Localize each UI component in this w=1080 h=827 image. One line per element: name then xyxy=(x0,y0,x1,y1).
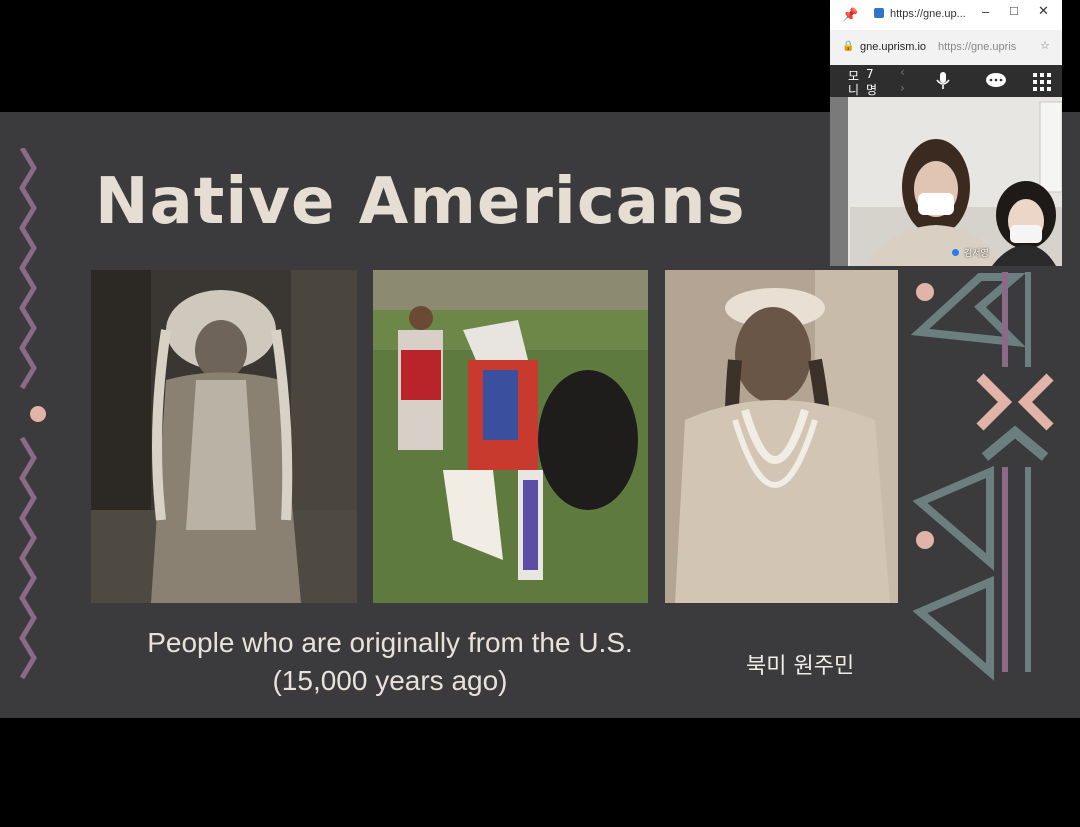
star-icon[interactable]: ☆ xyxy=(1040,39,1050,52)
pin-icon[interactable]: 📌 xyxy=(842,7,858,23)
grid-icon[interactable] xyxy=(1033,73,1051,91)
caption-line-1: People who are originally from the U.S. xyxy=(147,627,633,658)
participant-name-label: 김서영 xyxy=(964,249,989,259)
participant-status-icon xyxy=(952,249,959,256)
address-domain: gne.uprism.io xyxy=(860,41,927,53)
close-icon[interactable]: ✕ xyxy=(1038,3,1049,19)
handwritten-annotation: 북미 원주민 xyxy=(746,654,855,679)
chat-icon[interactable] xyxy=(985,73,1007,89)
browser-titlebar: 📌 https://gne.up... – □ ✕ xyxy=(830,0,1062,30)
lock-icon: 🔒 xyxy=(842,41,855,52)
prev-arrow-icon[interactable]: ‹ xyxy=(900,65,905,79)
participant-count: 7 xyxy=(866,67,874,81)
next-arrow-icon[interactable]: › xyxy=(900,81,905,95)
slide-title: Native Americans xyxy=(95,165,746,239)
site-favicon-icon xyxy=(874,8,884,18)
left-zigzag-decoration xyxy=(19,148,46,680)
video-conference-window[interactable]: 📌 https://gne.up... – □ ✕ 🔒 gne.uprism.i… xyxy=(830,0,1062,266)
toolbar-label-2: 니 xyxy=(848,83,860,97)
right-tribal-decoration xyxy=(910,272,1054,681)
photo-woman-portrait xyxy=(665,270,898,603)
maximize-icon[interactable]: □ xyxy=(1010,3,1018,18)
caption-line-2: (15,000 years ago) xyxy=(272,665,508,696)
address-path: https://gne.upris xyxy=(938,41,1017,53)
address-bar[interactable]: 🔒 gne.uprism.io https://gne.upris ☆ xyxy=(830,30,1062,65)
participant-unit: 명 xyxy=(866,83,878,97)
microphone-icon[interactable] xyxy=(936,72,950,90)
photo-chief-portrait xyxy=(91,270,357,603)
conference-toolbar: 모 니 7 명 ‹ › xyxy=(830,65,1062,97)
minimize-icon[interactable]: – xyxy=(982,4,989,19)
participant-video[interactable]: 김서영 xyxy=(830,97,1062,266)
tab-title[interactable]: https://gne.up... xyxy=(890,8,966,20)
video-feed xyxy=(830,97,1062,266)
slide-caption: People who are originally from the U.S. … xyxy=(80,624,700,700)
photo-powwow-dancer xyxy=(373,270,648,603)
